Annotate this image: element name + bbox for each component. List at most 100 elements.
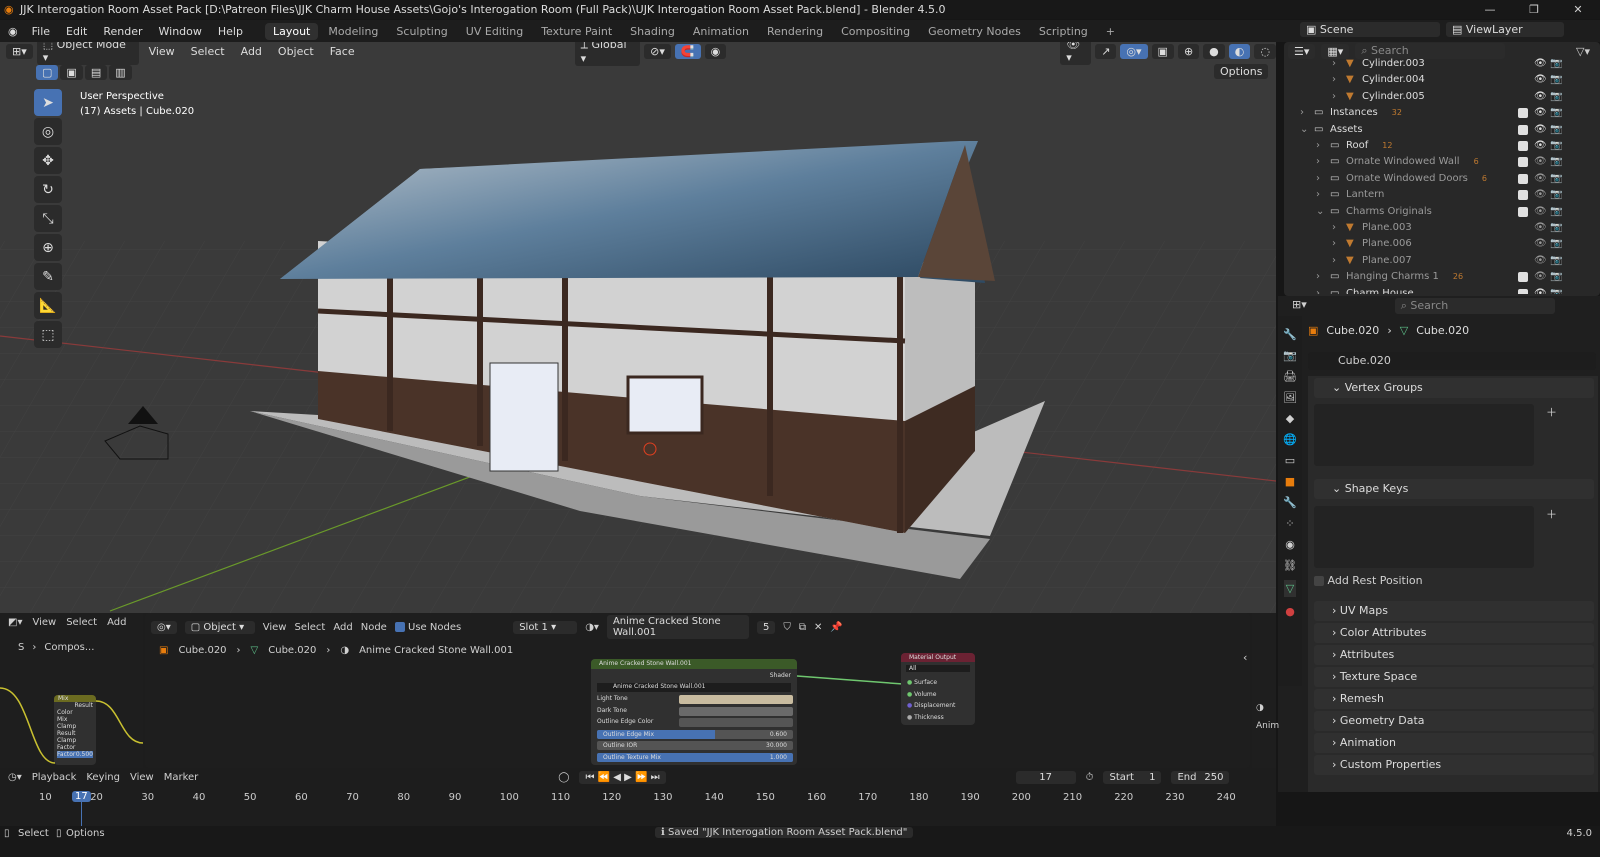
exclude-checkbox[interactable] <box>1518 173 1528 184</box>
workspace-tab-rendering[interactable]: Rendering <box>759 23 831 40</box>
render-camera-icon[interactable]: 📷 <box>1550 286 1562 294</box>
minimize-button[interactable]: — <box>1468 0 1512 19</box>
transform-orientation[interactable]: ⟂ Global ▾ <box>574 41 641 66</box>
scene-tab-icon[interactable]: ◆ <box>1286 412 1294 425</box>
exclude-checkbox[interactable] <box>1518 157 1528 168</box>
blender-menu-icon[interactable]: ◉ <box>8 25 18 38</box>
object-tab-icon[interactable]: ■ <box>1285 475 1295 488</box>
render-camera-icon[interactable]: 📷 <box>1550 220 1562 236</box>
rotate-tool-icon[interactable]: ↻ <box>34 176 62 203</box>
tool-tab-icon[interactable]: 🔧 <box>1283 328 1297 341</box>
workspace-tab-layout[interactable]: Layout <box>264 22 319 40</box>
outliner-row[interactable]: › ▭ Ornate Windowed Wall 6 👁 📷 <box>1284 154 1600 170</box>
select-subtract-icon[interactable]: ▤ <box>84 65 108 80</box>
expand-icon[interactable]: › <box>1316 138 1330 154</box>
transform-tool-icon[interactable]: ⊕ <box>34 234 62 261</box>
workspace-tab-shading[interactable]: Shading <box>622 23 683 40</box>
proportional-edit-icon[interactable]: ◉ <box>704 43 727 59</box>
viewport-menu-face[interactable]: Face <box>324 45 361 58</box>
shading-wireframe-icon[interactable]: ⊕ <box>1177 43 1200 59</box>
exclude-checkbox[interactable] <box>1518 124 1528 135</box>
compositor-menu-view[interactable]: View <box>32 617 56 628</box>
compositor-menu-select[interactable]: Select <box>66 617 97 628</box>
workspace-tab-scripting[interactable]: Scripting <box>1031 23 1096 40</box>
expand-icon[interactable]: › <box>1332 220 1346 236</box>
exclude-checkbox[interactable] <box>1518 288 1528 294</box>
compositor-menu-add[interactable]: Add <box>107 617 126 628</box>
outliner-row[interactable]: › ▼ Plane.006 👁 📷 <box>1284 236 1600 252</box>
options-button[interactable]: Options <box>1214 64 1269 79</box>
snap-icon[interactable]: 🧲 <box>674 43 701 59</box>
viewport-menu-object[interactable]: Object <box>272 45 320 58</box>
workspace-tab--[interactable]: + <box>1098 23 1123 40</box>
workspace-tab-animation[interactable]: Animation <box>685 23 757 40</box>
close-button[interactable]: ✕ <box>1556 0 1600 19</box>
scene-selector[interactable]: ▣ Scene <box>1300 22 1440 37</box>
visibility-eye-icon[interactable]: 👁 <box>1534 236 1547 252</box>
visibility-eye-icon[interactable]: 👁 <box>1534 269 1547 285</box>
add-shape-key-icon[interactable]: ＋ <box>1546 506 1557 522</box>
expand-icon[interactable]: › <box>1332 56 1346 72</box>
menu-file[interactable]: File <box>24 25 58 38</box>
workspace-tab-texture-paint[interactable]: Texture Paint <box>533 23 620 40</box>
panel-texture-space[interactable]: › Texture Space <box>1314 667 1594 687</box>
view-layer-tab-icon[interactable]: 🖼 <box>1283 391 1297 404</box>
expand-icon[interactable]: › <box>1316 154 1330 170</box>
exclude-checkbox[interactable] <box>1518 190 1528 201</box>
render-camera-icon[interactable]: 📷 <box>1550 187 1562 203</box>
select-new-icon[interactable]: ▢ <box>36 65 59 80</box>
outliner-row[interactable]: › ▭ Instances 32 👁 📷 <box>1284 105 1600 121</box>
panel-attributes[interactable]: › Attributes <box>1314 645 1594 665</box>
visibility-eye-icon[interactable]: 👁 <box>1534 204 1547 220</box>
gizmo-icon[interactable]: ↗ <box>1095 43 1117 59</box>
compositor-editor-type-icon[interactable]: ◩▾ <box>8 617 22 628</box>
color-swatch[interactable] <box>679 695 793 704</box>
workspace-tab-uv-editing[interactable]: UV Editing <box>458 23 531 40</box>
vertex-groups-panel[interactable]: ⌄ Vertex Groups <box>1314 378 1594 398</box>
visibility-eye-icon[interactable]: 👁 <box>1534 89 1547 105</box>
exclude-checkbox[interactable] <box>1518 141 1528 151</box>
particles-tab-icon[interactable]: ⁘ <box>1285 517 1294 530</box>
viewport-menu-select[interactable]: Select <box>185 45 231 58</box>
outliner-row[interactable]: › ▭ Ornate Windowed Doors 6 👁 📷 <box>1284 171 1600 187</box>
properties-editor-type-icon[interactable]: ⊞▾ <box>1292 298 1307 314</box>
output-socket[interactable]: ● Displacement <box>907 702 955 709</box>
expand-icon[interactable]: › <box>1300 105 1314 121</box>
move-tool-icon[interactable]: ✥ <box>34 147 62 174</box>
shading-material-icon[interactable]: ◐ <box>1228 43 1251 59</box>
outliner-row[interactable]: › ▭ Lantern 👁 📷 <box>1284 187 1600 203</box>
group-node[interactable]: Anime Cracked Stone Wall.001 Shader Anim… <box>591 659 797 765</box>
render-camera-icon[interactable]: 📷 <box>1550 89 1562 105</box>
shading-rendered-icon[interactable]: ◌ <box>1254 43 1276 59</box>
render-camera-icon[interactable]: 📷 <box>1550 138 1562 154</box>
measure-tool-icon[interactable]: 📐 <box>34 292 62 319</box>
expand-icon[interactable]: › <box>1316 269 1330 285</box>
color-swatch[interactable] <box>679 718 793 727</box>
visibility-eye-icon[interactable]: 👁 <box>1534 138 1547 154</box>
outliner-row[interactable]: › ▭ Roof 12 👁 📷 <box>1284 138 1600 154</box>
mesh-name-field[interactable]: Cube.020 <box>1308 352 1596 370</box>
render-camera-icon[interactable]: 📷 <box>1550 56 1562 72</box>
panel-remesh[interactable]: › Remesh <box>1314 689 1594 709</box>
select-extend-icon[interactable]: ▣ <box>60 65 83 80</box>
slider-field[interactable]: Outline Texture Mix 1.000 <box>597 752 793 762</box>
panel-uv-maps[interactable]: › UV Maps <box>1314 601 1594 621</box>
exclude-checkbox[interactable] <box>1518 108 1528 119</box>
expand-icon[interactable]: › <box>1332 253 1346 269</box>
expand-open-icon[interactable]: ⌄ <box>1316 204 1330 220</box>
output-target-select[interactable]: All <box>906 665 970 672</box>
add-vertex-group-icon[interactable]: ＋ <box>1546 404 1557 420</box>
output-socket[interactable]: ● Surface <box>907 679 937 686</box>
modifier-tab-icon[interactable]: 🔧 <box>1283 496 1297 509</box>
group-datablock-field[interactable]: Anime Cracked Stone Wall.001 <box>597 683 791 692</box>
material-output-node[interactable]: Material Output All ● Surface ● Volume ● D… <box>901 653 975 725</box>
menu-window[interactable]: Window <box>151 25 210 38</box>
panel-custom-properties[interactable]: › Custom Properties <box>1314 755 1594 775</box>
shape-keys-list[interactable] <box>1314 506 1534 568</box>
outliner-row[interactable]: ⌄ ▭ Assets 👁 📷 <box>1284 122 1600 138</box>
add-cube-tool-icon[interactable]: ⬚ <box>34 321 62 348</box>
shading-solid-icon[interactable]: ● <box>1203 43 1225 59</box>
visibility-icon[interactable]: 👁▾ <box>1060 41 1092 65</box>
visibility-eye-icon[interactable]: 👁 <box>1534 220 1547 236</box>
render-camera-icon[interactable]: 📷 <box>1550 269 1562 285</box>
